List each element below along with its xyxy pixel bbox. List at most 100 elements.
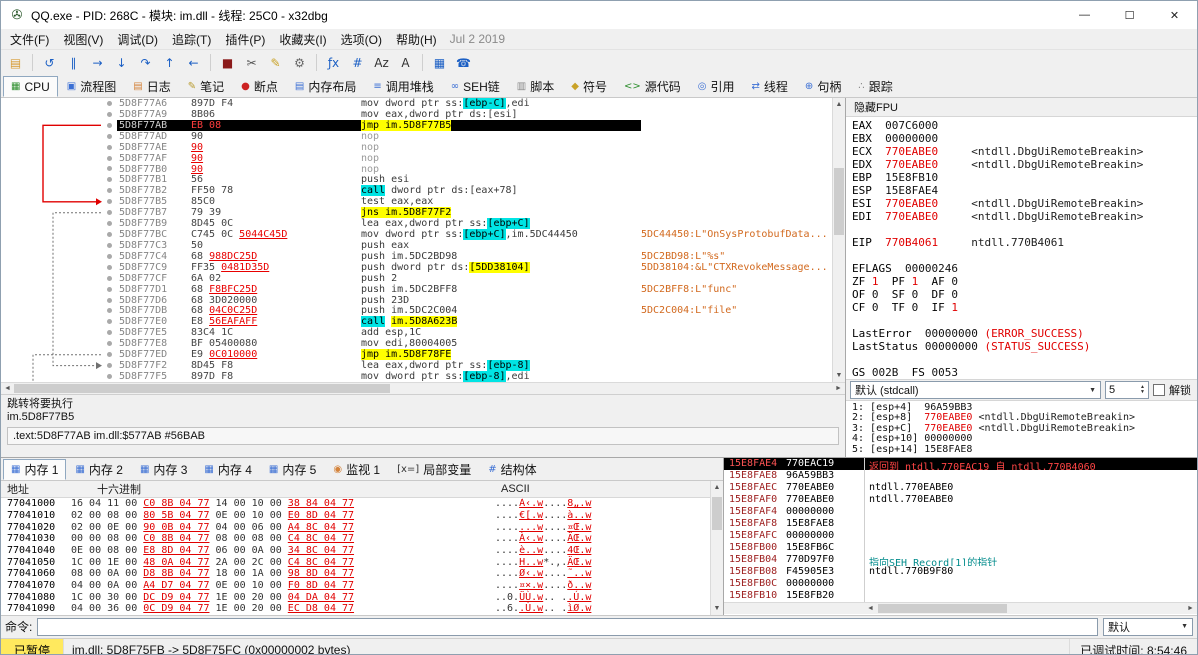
breakpoint-dot[interactable]	[107, 297, 112, 303]
scrollbar-thumb[interactable]	[14, 384, 391, 393]
disassembly-view[interactable]: 5D8F77A6 897D F4 mov dword ptr ss:[ebp-C],…	[1, 98, 832, 382]
scroll-up-icon[interactable]: ▲	[711, 481, 723, 494]
disasm-row[interactable]: 5D8F77D1 68 F8BFC25D push im.5DC2BFF8 5DC2B…	[1, 284, 832, 295]
calculator-icon[interactable]: ƒx	[322, 52, 345, 74]
register-line[interactable]: EAX 007C6000	[852, 119, 1191, 132]
stack-row[interactable]: 15E8FB10 15E8FB20	[724, 590, 864, 602]
step-over-icon[interactable]: ↷	[134, 52, 157, 74]
scrollbar-thumb[interactable]	[712, 497, 722, 530]
stack-argument[interactable]: 5: [esp+14] 15E8FAE8	[852, 444, 1191, 455]
disasm-row[interactable]: 5D8F77C3 50 push eax	[1, 240, 832, 251]
disasm-row[interactable]: 5D8F77B2 FF50 78 call dword ptr ds:[eax+78…	[1, 185, 832, 197]
breakpoint-dot[interactable]	[107, 100, 112, 106]
disasm-row[interactable]: 5D8F77B7 79 39 jns im.5D8F77F2	[1, 207, 832, 219]
breakpoint-dot[interactable]	[107, 374, 112, 379]
dump-row[interactable]: 77041060 08 00 0A 00 D8 8B 04 77 18 00 1A…	[1, 568, 710, 580]
disasm-vertical-scrollbar[interactable]: ▲ ▼	[832, 98, 845, 382]
breakpoint-dot[interactable]	[107, 133, 112, 139]
run-to-return-icon[interactable]: ↑	[158, 52, 181, 74]
disasm-row[interactable]: 5D8F77E0 E8 56EAFAFF call im.5D8A623B	[1, 316, 832, 328]
disasm-row[interactable]: 5D8F77B5 85C0 test eax,eax	[1, 196, 832, 207]
dump-row[interactable]: 77041040 0E 00 08 00 E8 8D 04 77 06 00 0A…	[1, 545, 710, 557]
register-line[interactable]: EBX 00000000	[852, 132, 1191, 145]
disasm-row[interactable]: 5D8F77DB 68 04C0C25D push im.5DC2C004 5DC2C…	[1, 305, 832, 316]
breakpoint-dot[interactable]	[107, 286, 112, 292]
stack-row[interactable]: 15E8FB08 F45905E3	[724, 566, 864, 578]
disasm-row[interactable]: 5D8F77ED E9 0C010000 jmp im.5D8F78FE	[1, 349, 832, 361]
breakpoint-dot[interactable]	[107, 166, 112, 172]
stack-row[interactable]: 15E8FAF4 00000000	[724, 506, 864, 518]
assemble-icon[interactable]: Az	[370, 52, 393, 74]
font-icon[interactable]: A	[394, 52, 417, 74]
patch-icon[interactable]: ✂	[240, 52, 263, 74]
tab-seh-chain[interactable]: ∞ SEH链	[443, 76, 508, 97]
tab-handles[interactable]: ⊕ 句柄	[797, 76, 849, 97]
stack-comment[interactable]: ntdll.770EABE0	[865, 494, 1197, 506]
stack-row[interactable]: 15E8FAFC 00000000	[724, 530, 864, 542]
register-line[interactable]: ZF 1 PF 1 AF 0	[852, 275, 1191, 288]
hide-fpu-button[interactable]: 隐藏FPU	[846, 98, 1197, 117]
disasm-row[interactable]: 5D8F77E8 BF 05400080 mov edi,80004005	[1, 338, 832, 349]
dump-row[interactable]: 77041010 02 00 08 00 80 5B 04 77 0E 00 10…	[1, 510, 710, 522]
register-line[interactable]: EDX 770EABE0 <ntdll.DbgUiRemoteBreakin>	[852, 158, 1191, 171]
stack-row[interactable]: 15E8FAE4 770EAC19	[724, 457, 864, 470]
menu-item[interactable]: 帮助(H)	[389, 29, 444, 49]
disasm-row[interactable]: 5D8F77AD 90 nop	[1, 131, 832, 142]
disasm-row[interactable]: 5D8F77AB EB 08 jmp im.5D8F77B5	[1, 119, 832, 131]
stack-comment[interactable]: 指向SEH_Record[1]的指针	[865, 554, 1197, 566]
breakpoint-dot[interactable]	[107, 341, 112, 347]
scroll-left-icon[interactable]: ◄	[864, 603, 877, 614]
tab-memory-2[interactable]: ▦ 内存 2	[67, 459, 130, 480]
register-line[interactable]: LastError 00000000 (ERROR_SUCCESS)	[852, 327, 1191, 340]
open-file-icon[interactable]: ▤	[4, 52, 27, 74]
disasm-row[interactable]: 5D8F77A6 897D F4 mov dword ptr ss:[ebp-C],…	[1, 98, 832, 109]
tab-memory-1[interactable]: ▦ 内存 1	[3, 458, 67, 480]
register-line[interactable]: CF 0 TF 0 IF 1	[852, 301, 1191, 314]
breakpoint-dot[interactable]	[107, 352, 112, 358]
breakpoint-dot[interactable]	[107, 275, 112, 281]
menu-item[interactable]: 视图(V)	[56, 29, 110, 49]
tab-breakpoints[interactable]: ● 断点	[233, 76, 286, 97]
breakpoint-dot[interactable]	[107, 144, 112, 150]
tab-watch-1[interactable]: ◉ 监视 1	[325, 459, 388, 480]
menu-item[interactable]: 文件(F)	[3, 29, 56, 49]
tab-struct[interactable]: # 结构体	[480, 459, 544, 480]
disasm-row[interactable]: 5D8F77C9 FF35 0481D35D push dword ptr ds:[…	[1, 261, 832, 273]
disasm-row[interactable]: 5D8F77CF 6A 02 push 2	[1, 273, 832, 284]
disasm-row[interactable]: 5D8F77D6 68 3D020000 push 23D	[1, 295, 832, 306]
settings-icon[interactable]: ⚙	[288, 52, 311, 74]
menu-item[interactable]: 调试(D)	[110, 29, 165, 49]
scroll-down-icon[interactable]: ▼	[711, 602, 723, 615]
scroll-down-icon[interactable]: ▼	[833, 369, 845, 382]
disasm-row[interactable]: 5D8F77BC C745 0C 5044C45D mov dword ptr ss…	[1, 229, 832, 241]
stack-comment[interactable]	[865, 530, 1197, 542]
dump-rows[interactable]: 77041000 16 04 11 00 C0 8B 04 77 14 00 10…	[1, 498, 710, 615]
disasm-row[interactable]: 5D8F77F2 8D45 F8 lea eax,dword ptr ss:[ebp…	[1, 360, 832, 372]
scroll-right-icon[interactable]: ►	[1184, 603, 1197, 614]
disasm-row[interactable]: 5D8F77C4 68 988DC25D push im.5DC2BD98 5DC2B…	[1, 251, 832, 262]
register-line[interactable]: EIP 770B4061 ntdll.770B4061	[852, 236, 1191, 249]
stack-row[interactable]: 15E8FB00 15E8FB6C	[724, 542, 864, 554]
tab-source[interactable]: <> 源代码	[616, 76, 689, 97]
disasm-row[interactable]: 5D8F77E5 83C4 1C add esp,1C	[1, 327, 832, 338]
run-icon[interactable]: →	[86, 52, 109, 74]
pause-icon[interactable]: ∥	[62, 52, 85, 74]
step-into-icon[interactable]: ↓	[110, 52, 133, 74]
scroll-right-icon[interactable]: ►	[832, 383, 845, 394]
tab-memory-map[interactable]: ▤ 内存布局	[287, 76, 364, 97]
breakpoint-dot[interactable]	[107, 253, 112, 259]
stack-row[interactable]: 15E8FAF8 15E8FAE8	[724, 518, 864, 530]
minimize-button[interactable]: —	[1062, 1, 1107, 29]
tab-log[interactable]: ▤ 日志	[125, 76, 178, 97]
tab-notes[interactable]: ✎ 笔记	[180, 76, 232, 97]
register-line[interactable]: EFLAGS 00000246	[852, 262, 1191, 275]
disasm-row[interactable]: 5D8F77B9 8D45 0C lea eax,dword ptr ss:[ebp…	[1, 218, 832, 230]
stack-row[interactable]: 15E8FAF0 770EABE0	[724, 494, 864, 506]
tab-threads[interactable]: ⇄ 线程	[744, 76, 796, 97]
tab-memory-4[interactable]: ▦ 内存 4	[196, 459, 259, 480]
tab-references[interactable]: ◎ 引用	[690, 76, 743, 97]
dump-row[interactable]: 77041090 04 00 36 00 0C D9 04 77 1E 00 20…	[1, 603, 710, 615]
calling-convention-select[interactable]: 默认 (stdcall) ▼	[850, 381, 1101, 399]
dump-vertical-scrollbar[interactable]: ▲ ▼	[710, 480, 723, 615]
stack-comment[interactable]: ntdll.770B9F80	[865, 566, 1197, 578]
